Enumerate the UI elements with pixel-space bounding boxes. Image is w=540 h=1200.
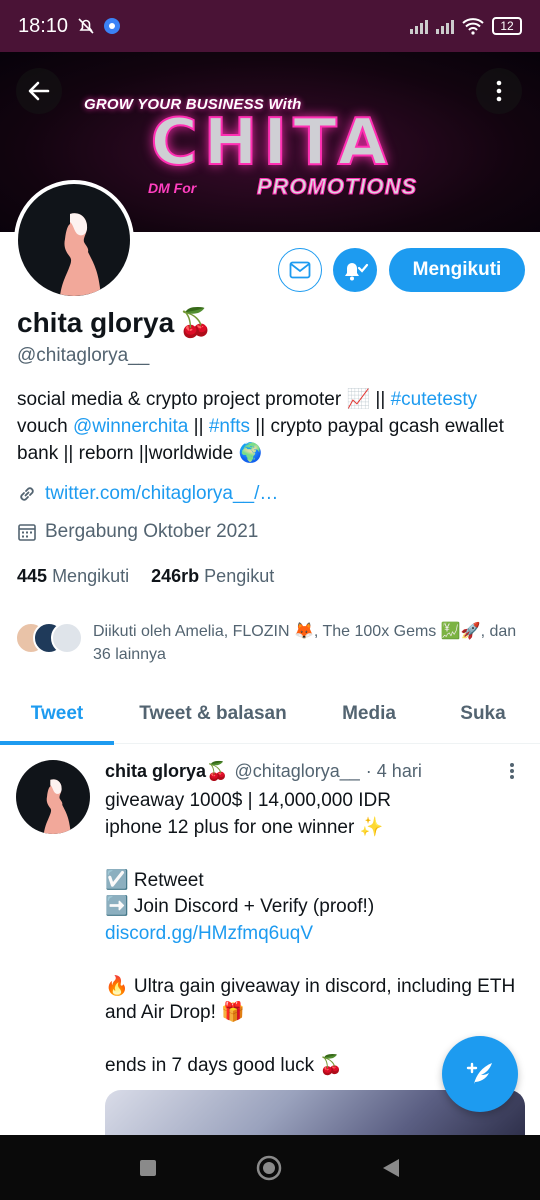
- profile-website-row: twitter.com/chitaglorya__/…: [17, 483, 278, 505]
- bio-hashtag-nfts[interactable]: #nfts: [209, 416, 250, 437]
- tweet-discord-link[interactable]: discord.gg/HMzfmq6uqV: [105, 921, 525, 948]
- tweet-line: ☑️ Retweet: [105, 869, 204, 891]
- compose-tweet-button[interactable]: [442, 1036, 518, 1112]
- link-icon: [20, 487, 34, 501]
- followers-count-link[interactable]: 246rb Pengikut: [151, 566, 274, 587]
- home-icon[interactable]: [256, 1155, 282, 1181]
- profile-handle: @chitaglorya__: [17, 345, 150, 366]
- profile-avatar[interactable]: [14, 180, 134, 300]
- tweet-more-button[interactable]: [503, 760, 521, 782]
- mail-icon: [289, 261, 311, 279]
- profile-joined-row: Bergabung Oktober 2021: [17, 521, 258, 543]
- status-time: 18:10: [18, 14, 69, 37]
- tweet-line: iphone 12 plus for one winner ✨: [105, 816, 384, 838]
- banner-dm: DM For: [148, 180, 197, 196]
- tweet-author-name[interactable]: chita glorya🍒: [105, 761, 228, 782]
- profile-joined-text: Bergabung Oktober 2021: [45, 521, 259, 542]
- recents-icon[interactable]: [139, 1159, 157, 1177]
- tab-suka[interactable]: Suka: [426, 684, 540, 744]
- tweet-line: [105, 947, 525, 974]
- followed-by-avatars: [15, 620, 85, 656]
- back-nav-icon[interactable]: [381, 1157, 401, 1179]
- more-options-button[interactable]: [476, 68, 522, 114]
- profile-tabs: Tweet Tweet & balasan Media Suka: [0, 684, 540, 745]
- signal-icon: [410, 18, 428, 34]
- system-nav-bar: [0, 1135, 540, 1200]
- tweet-body: giveaway 1000$ | 14,000,000 IDR iphone 1…: [105, 788, 525, 1080]
- following-button[interactable]: Mengikuti: [389, 248, 525, 292]
- follow-counts: 445 Mengikuti 246rb Pengikut: [17, 566, 274, 587]
- tweet-line: [105, 841, 525, 868]
- back-button[interactable]: [16, 68, 62, 114]
- following-count-link[interactable]: 445 Mengikuti: [17, 566, 129, 587]
- bio-text-1: social media & crypto project promoter 📈…: [17, 389, 391, 410]
- bio-mention-winnerchita[interactable]: @winnerchita: [73, 416, 188, 437]
- following-label: Mengikuti: [52, 566, 130, 586]
- bio-text-2: vouch: [17, 416, 73, 437]
- back-arrow-icon: [28, 81, 50, 101]
- wifi-icon: [462, 18, 484, 35]
- avatar-silhouette: [60, 213, 101, 296]
- tweet-time: · 4 hari: [365, 761, 422, 781]
- tab-media[interactable]: Media: [312, 684, 426, 744]
- tweet-avatar[interactable]: [16, 760, 90, 834]
- calendar-icon: [18, 524, 36, 541]
- profile-name-emoji: 🍒: [178, 307, 214, 338]
- following-count: 445: [17, 566, 48, 586]
- bell-check-icon: [345, 263, 369, 281]
- banner-promo: PROMOTIONS: [256, 174, 418, 200]
- profile-website-link[interactable]: twitter.com/chitaglorya__/…: [45, 483, 278, 505]
- tweet-header: chita glorya🍒 @chitaglorya__ · 4 hari: [105, 761, 422, 782]
- mutual-avatar-3: [51, 622, 83, 654]
- mute-icon: [78, 18, 94, 34]
- banner-brand: CHITA: [150, 106, 394, 180]
- tab-tweet[interactable]: Tweet: [0, 684, 114, 745]
- followed-by[interactable]: Diikuti oleh Amelia, FLOZIN 🦊, The 100x …: [15, 620, 533, 666]
- tweet-line: 🔥 Ultra gain giveaway in discord, includ…: [105, 975, 516, 1024]
- notifications-button[interactable]: [333, 248, 377, 292]
- followers-count: 246rb: [151, 566, 200, 586]
- profile-bio: social media & crypto project promoter 📈…: [17, 386, 527, 467]
- tweet-author-handle: @chitaglorya__: [234, 761, 360, 781]
- followers-label: Pengikut: [204, 566, 275, 586]
- signal-icon-2: [436, 18, 454, 34]
- compose-icon: [466, 1062, 492, 1084]
- bio-text-3: ||: [188, 416, 209, 437]
- more-vertical-icon: [496, 80, 502, 102]
- tweet-line: ➡️ Join Discord + Verify (proof!): [105, 896, 375, 917]
- profile-name: chita glorya 🍒: [17, 306, 213, 339]
- status-bar: 18:10 12: [0, 0, 540, 52]
- bio-hashtag-cutetesty[interactable]: #cutetesty: [391, 389, 478, 410]
- battery-icon: 12: [492, 17, 522, 35]
- message-button[interactable]: [278, 248, 322, 292]
- tweet-line: giveaway 1000$ | 14,000,000 IDR: [105, 790, 391, 811]
- tab-tweet-balasan[interactable]: Tweet & balasan: [114, 684, 312, 744]
- followed-by-text: Diikuti oleh Amelia, FLOZIN 🦊, The 100x …: [93, 623, 517, 663]
- settings-notification-icon: [104, 18, 121, 34]
- tweet-avatar-silhouette: [43, 779, 71, 834]
- profile-name-text: chita glorya: [17, 306, 175, 338]
